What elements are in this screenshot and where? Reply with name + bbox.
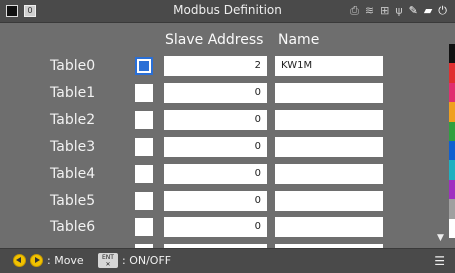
usb-icon: ψ [395, 4, 403, 17]
name-field[interactable] [275, 217, 383, 237]
channel-color-swatch [449, 199, 455, 219]
move-hint: : Move [47, 254, 84, 267]
ent-key-label: ENT [102, 254, 114, 261]
table-enable-checkbox[interactable] [135, 84, 153, 102]
slave-address-field[interactable]: 0 [164, 137, 267, 157]
name-field[interactable] [275, 191, 383, 211]
slave-address-field[interactable]: 0 [164, 83, 267, 103]
name-field[interactable] [275, 164, 383, 184]
network-icon: ⊞ [380, 4, 390, 17]
right-arrow-icon[interactable] [30, 254, 43, 267]
slave-address-field[interactable]: 2 [164, 56, 267, 76]
channel-color-swatch [449, 140, 455, 161]
name-field[interactable]: KW1M [275, 56, 383, 76]
table-label: Table6 [50, 219, 96, 235]
channel-color-swatch [449, 218, 455, 238]
onoff-hint: : ON/OFF [122, 254, 172, 267]
printer-icon: ⎙ [350, 4, 359, 17]
channel-color-swatch [449, 102, 455, 122]
name-field[interactable] [275, 110, 383, 130]
table-row: Table5 0 [0, 190, 440, 214]
table-row: Table6 0 [0, 216, 440, 240]
table-row: Table4 0 [0, 163, 440, 187]
ent-key-x-icon: ✕ [105, 261, 111, 268]
table-enable-checkbox[interactable] [135, 192, 153, 210]
channel-color-strip [449, 44, 455, 238]
checkbox-check-mark [139, 61, 149, 71]
table-label: Table3 [50, 139, 96, 155]
name-field[interactable] [275, 137, 383, 157]
sd-card-icon: ▰ [423, 4, 433, 17]
title-bar: 0 Modbus Definition ⎙ ≋ ⊞ ψ ✎ ▰ ⏻ [0, 0, 455, 23]
table-row: Table3 0 [0, 136, 440, 160]
scroll-down-icon[interactable]: ▼ [437, 233, 444, 243]
menu-icon[interactable]: ☰ [434, 254, 445, 268]
table-row: Table1 0 [0, 82, 440, 106]
status-icons: ⎙ ≋ ⊞ ψ ✎ ▰ ⏻ [350, 4, 447, 18]
slave-address-field[interactable]: 0 [164, 191, 267, 211]
table-enable-checkbox[interactable] [135, 138, 153, 156]
left-arrow-icon[interactable] [13, 254, 26, 267]
channel-color-swatch [449, 121, 455, 141]
table-enable-checkbox[interactable] [135, 57, 153, 75]
table-label: Table4 [50, 166, 96, 182]
channel-color-swatch [449, 63, 455, 83]
slave-address-field[interactable]: 0 [164, 110, 267, 130]
ent-key-icon[interactable]: ENT ✕ [98, 253, 118, 268]
bottom-bar: : Move ENT ✕ : ON/OFF ☰ [0, 248, 455, 273]
wifi-icon: ≋ [364, 4, 375, 17]
channel-color-swatch [449, 82, 455, 103]
channel-color-swatch [449, 179, 455, 200]
channel-color-swatch [449, 160, 455, 180]
slave-address-field[interactable]: 0 [164, 164, 267, 184]
table-enable-checkbox[interactable] [135, 165, 153, 183]
table-row: Table2 0 [0, 109, 440, 133]
table-enable-checkbox[interactable] [135, 218, 153, 236]
slave-address-header: Slave Address [165, 32, 264, 48]
table-label: Table5 [50, 193, 96, 209]
name-header: Name [278, 32, 320, 48]
table-row: Table0 2 KW1M [0, 55, 440, 79]
slave-address-field[interactable]: 0 [164, 217, 267, 237]
channel-color-swatch [449, 44, 455, 64]
table-label: Table0 [50, 58, 96, 74]
table-label: Table1 [50, 85, 96, 101]
table-enable-checkbox[interactable] [135, 111, 153, 129]
name-field[interactable] [275, 83, 383, 103]
table-label: Table2 [50, 112, 96, 128]
tool-icon: ✎ [408, 4, 418, 17]
plug-icon: ⏻ [438, 4, 447, 17]
